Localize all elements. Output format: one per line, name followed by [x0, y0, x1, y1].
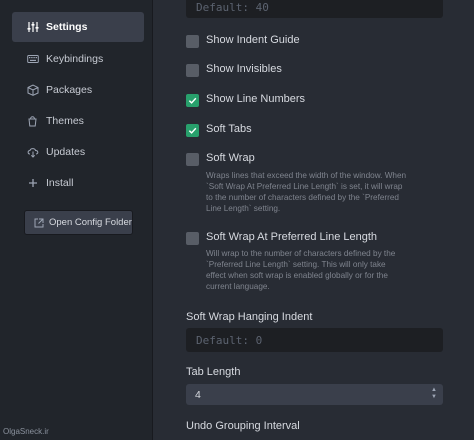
open-config-folder-button[interactable]: Open Config Folder — [24, 210, 133, 235]
stepper-arrows-icon: ▲ ▼ — [431, 387, 437, 400]
description-line: Line Length` setting. — [206, 204, 281, 213]
show-line-numbers-checkbox[interactable] — [186, 94, 199, 107]
keyboard-icon — [26, 53, 39, 66]
sidebar-item-label: Packages — [46, 84, 93, 96]
settings-panel: Default: 40 Show Indent Guide Show Invis… — [153, 0, 474, 440]
open-config-folder-label: Open Config Folder — [49, 217, 132, 228]
sidebar-item-updates[interactable]: Updates — [12, 137, 144, 167]
undo-grouping-title: Undo Grouping Interval — [186, 420, 300, 432]
soft-wrap-preferred-description: Will wrap to the number of characters de… — [206, 248, 446, 292]
tab-length-title: Tab Length — [186, 366, 241, 378]
description-line: current language. — [206, 282, 270, 291]
paintcan-icon — [26, 115, 39, 128]
sidebar-item-keybindings[interactable]: Keybindings — [12, 44, 144, 74]
tab-length-select[interactable]: 4 ▲ ▼ — [186, 384, 443, 405]
show-indent-guide-label: Show Indent Guide — [206, 34, 300, 46]
description-line: to the number of characters defined by t… — [206, 193, 399, 202]
show-invisibles-checkbox[interactable] — [186, 64, 199, 77]
hanging-indent-title: Soft Wrap Hanging Indent — [186, 311, 313, 323]
description-line: `Preferred Line Length` setting. This wi… — [206, 260, 386, 269]
sidebar-item-label: Updates — [46, 146, 86, 158]
sidebar-item-label: Themes — [46, 115, 84, 127]
soft-tabs-label: Soft Tabs — [206, 123, 252, 135]
show-indent-guide-checkbox[interactable] — [186, 35, 199, 48]
soft-wrap-checkbox[interactable] — [186, 153, 199, 166]
checkmark-icon — [188, 127, 197, 134]
soft-wrap-label: Soft Wrap — [206, 152, 255, 164]
show-line-numbers-setting[interactable]: Show Line Numbers — [186, 93, 305, 107]
sidebar-item-themes[interactable]: Themes — [12, 106, 144, 136]
hanging-indent-placeholder: Default: 0 — [196, 333, 263, 347]
sidebar-item-install[interactable]: Install — [12, 168, 144, 198]
show-invisibles-label: Show Invisibles — [206, 63, 282, 75]
sidebar-item-packages[interactable]: Packages — [12, 75, 144, 105]
soft-tabs-setting[interactable]: Soft Tabs — [186, 123, 252, 137]
sidebar-item-label: Install — [46, 177, 74, 189]
show-line-numbers-label: Show Line Numbers — [206, 93, 306, 105]
package-icon — [26, 84, 39, 97]
sidebar-item-settings[interactable]: Settings — [12, 12, 144, 42]
tab-length-value: 4 — [195, 388, 201, 401]
cloud-download-icon — [26, 146, 39, 159]
show-indent-guide-setting[interactable]: Show Indent Guide — [186, 34, 300, 48]
soft-wrap-preferred-checkbox[interactable] — [186, 232, 199, 245]
soft-wrap-preferred-setting[interactable]: Soft Wrap At Preferred Line Length — [186, 231, 377, 245]
description-line: `Soft Wrap At Preferred Line Length` is … — [206, 182, 403, 191]
soft-tabs-checkbox[interactable] — [186, 124, 199, 137]
show-invisibles-setting[interactable]: Show Invisibles — [186, 63, 282, 77]
top-number-field-value: Default: 40 — [196, 0, 269, 14]
settings-sidebar: Settings Keybindings Packages Themes Upd… — [0, 0, 153, 440]
sidebar-item-label: Settings — [46, 21, 88, 33]
watermark: OlgaSneck.ir — [3, 427, 49, 436]
soft-wrap-preferred-label: Soft Wrap At Preferred Line Length — [206, 231, 378, 243]
hanging-indent-input[interactable]: Default: 0 — [186, 328, 443, 352]
description-line: Will wrap to the number of characters de… — [206, 249, 396, 258]
top-number-field[interactable]: Default: 40 — [186, 0, 443, 18]
sidebar-item-label: Keybindings — [46, 53, 104, 65]
soft-wrap-setting[interactable]: Soft Wrap — [186, 152, 255, 166]
external-link-icon — [34, 218, 44, 228]
checkmark-icon — [188, 97, 197, 104]
description-line: Wraps lines that exceed the width of the… — [206, 171, 407, 180]
plus-icon — [26, 177, 39, 190]
description-line: effect when soft wrap is enabled globall… — [206, 271, 388, 280]
soft-wrap-description: Wraps lines that exceed the width of the… — [206, 170, 446, 214]
sliders-icon — [26, 21, 39, 34]
